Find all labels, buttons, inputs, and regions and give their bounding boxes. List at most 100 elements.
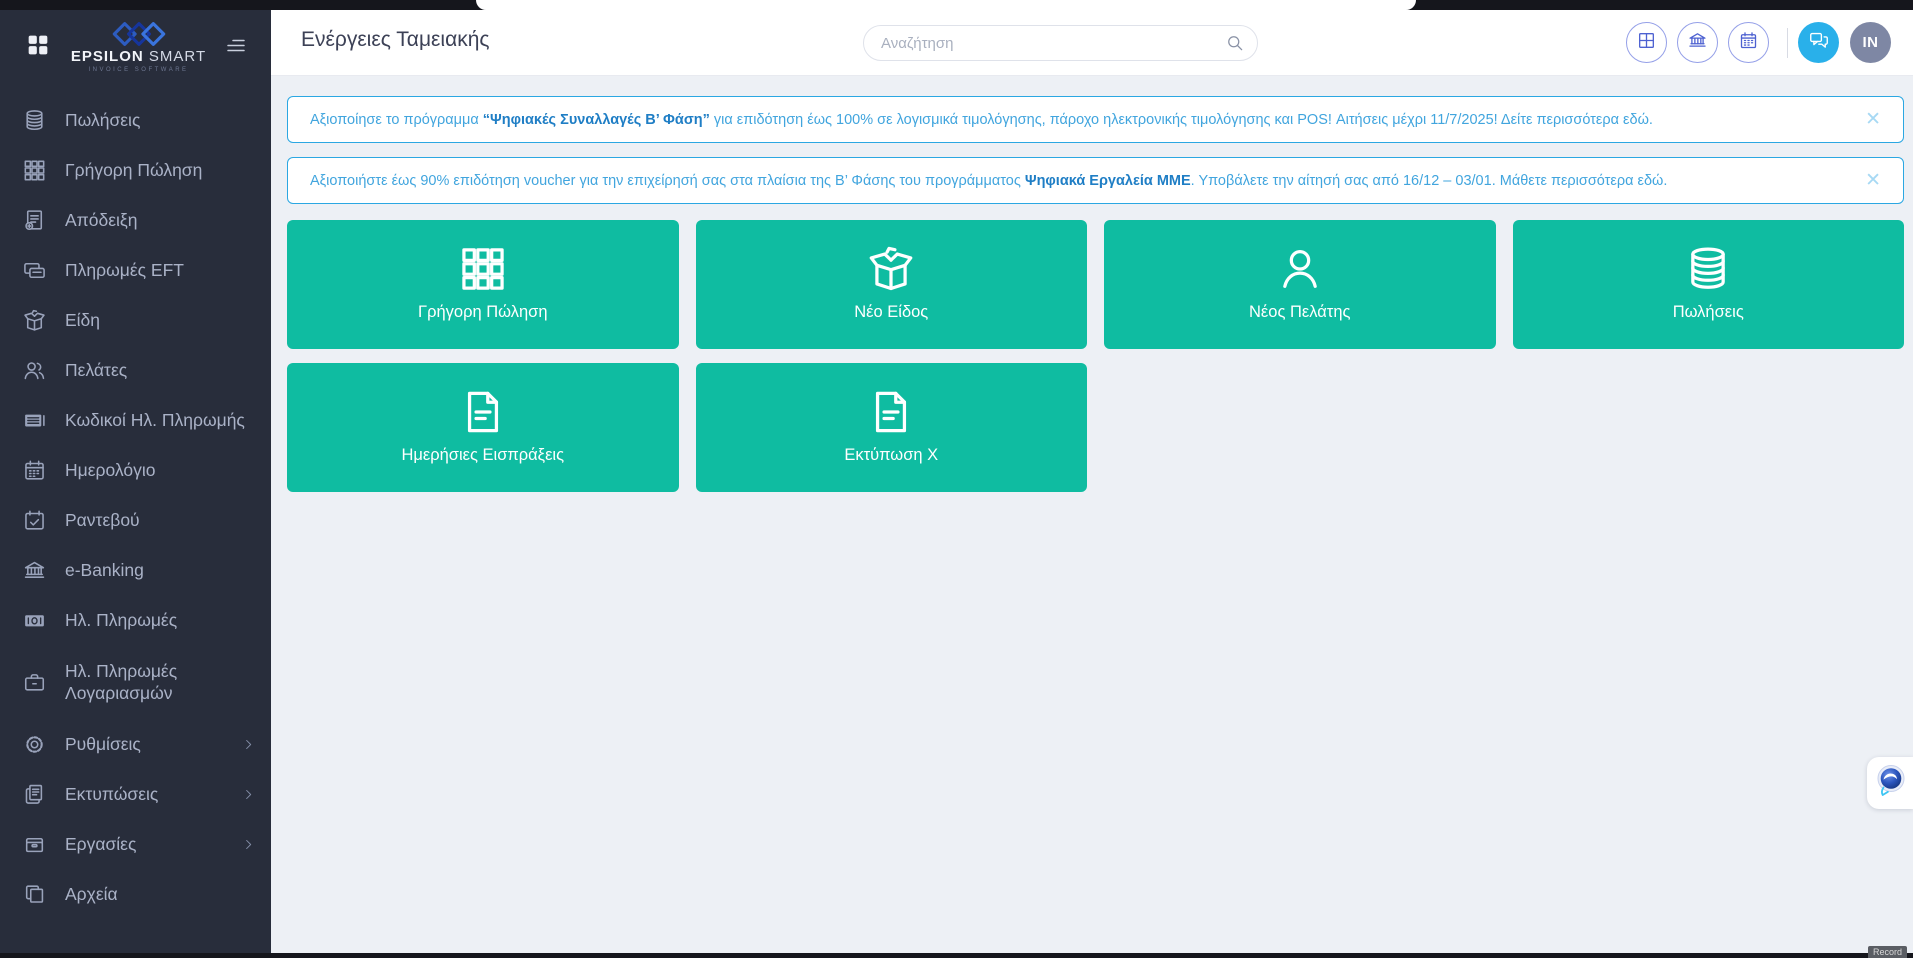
- sidebar-item-label: Πωλήσεις: [65, 110, 140, 132]
- close-icon[interactable]: ✕: [1851, 171, 1881, 190]
- sidebar-item[interactable]: Ημερολόγιο: [0, 446, 271, 496]
- sidebar-item[interactable]: Ηλ. Πληρωμές Λογαριασμών: [0, 646, 271, 720]
- header-action-button[interactable]: [1677, 22, 1718, 63]
- banknote-icon: [22, 608, 50, 634]
- record-badge: Record: [1868, 946, 1907, 958]
- sidebar-item[interactable]: Ραντεβού: [0, 496, 271, 546]
- tile-label: Γρήγορη Πώληση: [418, 303, 548, 322]
- logo-knot-icon: [106, 21, 172, 47]
- content: Αξιοποίησε το πρόγραμμα “Ψηφιακές Συναλλ…: [271, 76, 1913, 492]
- chat-bubbles-icon: [1808, 29, 1830, 56]
- tile-label: Νέος Πελάτης: [1249, 303, 1350, 322]
- sidebar-item[interactable]: Πωλήσεις: [0, 96, 271, 146]
- sidebar-item[interactable]: Ρυθμίσεις: [0, 720, 271, 770]
- briefcase-icon: [22, 670, 50, 696]
- sidebar-item[interactable]: Απόδειξη: [0, 196, 271, 246]
- logo-title: EPSILON SMART: [71, 48, 206, 65]
- banner-text-segment: Αξιοποιήστε έως 90% επιδότηση voucher γι…: [310, 173, 1025, 189]
- banner-text: Αξιοποίησε το πρόγραμμα “Ψηφιακές Συναλλ…: [310, 112, 1653, 128]
- action-tile[interactable]: Εκτύπωση Χ: [696, 363, 1088, 492]
- app-logo: EPSILON SMART INVOICE SOFTWARE: [54, 21, 223, 73]
- tile-label: Ημερήσιες Εισπράξεις: [401, 446, 564, 465]
- sidebar-item[interactable]: Γρήγορη Πώληση: [0, 146, 271, 196]
- sidebar-item[interactable]: Κωδικοί Ηλ. Πληρωμής: [0, 396, 271, 446]
- sidebar-item-label: Ηλ. Πληρωμές: [65, 610, 177, 632]
- header-action-button[interactable]: [1626, 22, 1667, 63]
- bank-icon: [1687, 30, 1708, 56]
- gear-icon: [22, 732, 50, 758]
- sidebar-item-label: Πληρωμές EFT: [65, 260, 184, 282]
- grid-icon: [457, 243, 509, 295]
- chevron-right-icon: [241, 737, 257, 753]
- grid-icon: [22, 158, 50, 184]
- action-tile[interactable]: Νέος Πελάτης: [1104, 220, 1496, 349]
- apps-grid-icon[interactable]: [24, 31, 54, 61]
- receipt-add-icon: [22, 208, 50, 234]
- search-input[interactable]: [863, 25, 1258, 61]
- window-chrome-bottom: [0, 953, 1913, 958]
- support-chat-widget[interactable]: [1867, 757, 1913, 809]
- payment-codes-icon: [22, 408, 50, 434]
- banner-text-segment: Ψηφιακά Εργαλεία ΜΜΕ: [1025, 173, 1191, 189]
- sidebar-item-label: Είδη: [65, 310, 100, 332]
- banner-text-segment: Αξιοποίησε το πρόγραμμα: [310, 112, 483, 128]
- files-icon: [22, 882, 50, 908]
- header-actions: IN: [1616, 22, 1892, 63]
- actions-divider: [1787, 28, 1789, 58]
- sidebar: EPSILON SMART INVOICE SOFTWARE Πωλήσεις …: [0, 0, 271, 958]
- sidebar-item-label: Ημερολόγιο: [65, 460, 155, 482]
- top-bar: Ενέργειες Ταμειακής IN: [271, 10, 1913, 76]
- open-box-icon: [22, 308, 50, 334]
- sidebar-header: EPSILON SMART INVOICE SOFTWARE: [0, 0, 271, 82]
- calendar-check-icon: [22, 508, 50, 534]
- notification-banner: Αξιοποιήστε έως 90% επιδότηση voucher γι…: [287, 157, 1904, 204]
- action-tile[interactable]: Ημερήσιες Εισπράξεις: [287, 363, 679, 492]
- notification-banners: Αξιοποίησε το πρόγραμμα “Ψηφιακές Συναλλ…: [287, 96, 1904, 204]
- sidebar-item[interactable]: Πελάτες: [0, 346, 271, 396]
- logo-title-light: SMART: [149, 48, 206, 65]
- banner-text-segment: . Υποβάλετε την αίτησή σας από 16/12 – 0…: [1191, 173, 1668, 189]
- prints-icon: [22, 782, 50, 808]
- window-chrome-top: [0, 0, 1913, 10]
- header-action-button[interactable]: [1728, 22, 1769, 63]
- sidebar-collapse-icon[interactable]: [223, 32, 251, 60]
- chevron-right-icon: [241, 837, 257, 853]
- sidebar-item-label: Ηλ. Πληρωμές Λογαριασμών: [65, 661, 257, 705]
- sidebar-item-label: Πελάτες: [65, 360, 127, 382]
- sidebar-nav: Πωλήσεις Γρήγορη Πώληση Απόδειξη Πληρωμέ…: [0, 96, 271, 920]
- header-action-buttons: [1616, 22, 1769, 63]
- notification-banner: Αξιοποίησε το πρόγραμμα “Ψηφιακές Συναλλ…: [287, 96, 1904, 143]
- eft-terminal-icon: [22, 258, 50, 284]
- sidebar-item-label: Γρήγορη Πώληση: [65, 160, 202, 182]
- search-box: [863, 25, 1258, 61]
- sidebar-item[interactable]: e-Banking: [0, 546, 271, 596]
- sidebar-item[interactable]: Είδη: [0, 296, 271, 346]
- sidebar-item[interactable]: Εκτυπώσεις: [0, 770, 271, 820]
- tile-label: Εκτύπωση Χ: [844, 446, 938, 465]
- chat-button[interactable]: [1798, 22, 1839, 63]
- logo-title-bold: EPSILON: [71, 48, 144, 65]
- report-icon: [865, 386, 917, 438]
- sidebar-item-label: Απόδειξη: [65, 210, 137, 232]
- sidebar-item-label: Εκτυπώσεις: [65, 784, 158, 806]
- close-icon[interactable]: ✕: [1851, 110, 1881, 129]
- archive-box-icon: [22, 832, 50, 858]
- sidebar-item[interactable]: Πληρωμές EFT: [0, 246, 271, 296]
- banner-text-segment: για επιδότηση έως 100% σε λογισμικά τιμο…: [710, 112, 1653, 128]
- sidebar-item[interactable]: Ηλ. Πληρωμές: [0, 596, 271, 646]
- app-window: EPSILON SMART INVOICE SOFTWARE Πωλήσεις …: [0, 0, 1913, 958]
- coins-icon: [1682, 243, 1734, 295]
- window-chrome-notch: [476, 0, 1416, 10]
- sidebar-item-label: Κωδικοί Ηλ. Πληρωμής: [65, 410, 245, 432]
- action-tile[interactable]: Νέο Είδος: [696, 220, 1088, 349]
- action-tile[interactable]: Πωλήσεις: [1513, 220, 1905, 349]
- sidebar-item[interactable]: Αρχεία: [0, 870, 271, 920]
- open-box-icon: [865, 243, 917, 295]
- sidebar-item[interactable]: Εργασίες: [0, 820, 271, 870]
- banner-text-segment: “Ψηφιακές Συναλλαγές Β’ Φάση”: [483, 112, 710, 128]
- avatar[interactable]: IN: [1850, 22, 1891, 63]
- action-tiles: Γρήγορη Πώληση Νέο Είδος Νέος Πελάτης Πω…: [287, 220, 1904, 492]
- calendar-grid-icon: [1738, 30, 1759, 56]
- person-icon: [1274, 243, 1326, 295]
- action-tile[interactable]: Γρήγορη Πώληση: [287, 220, 679, 349]
